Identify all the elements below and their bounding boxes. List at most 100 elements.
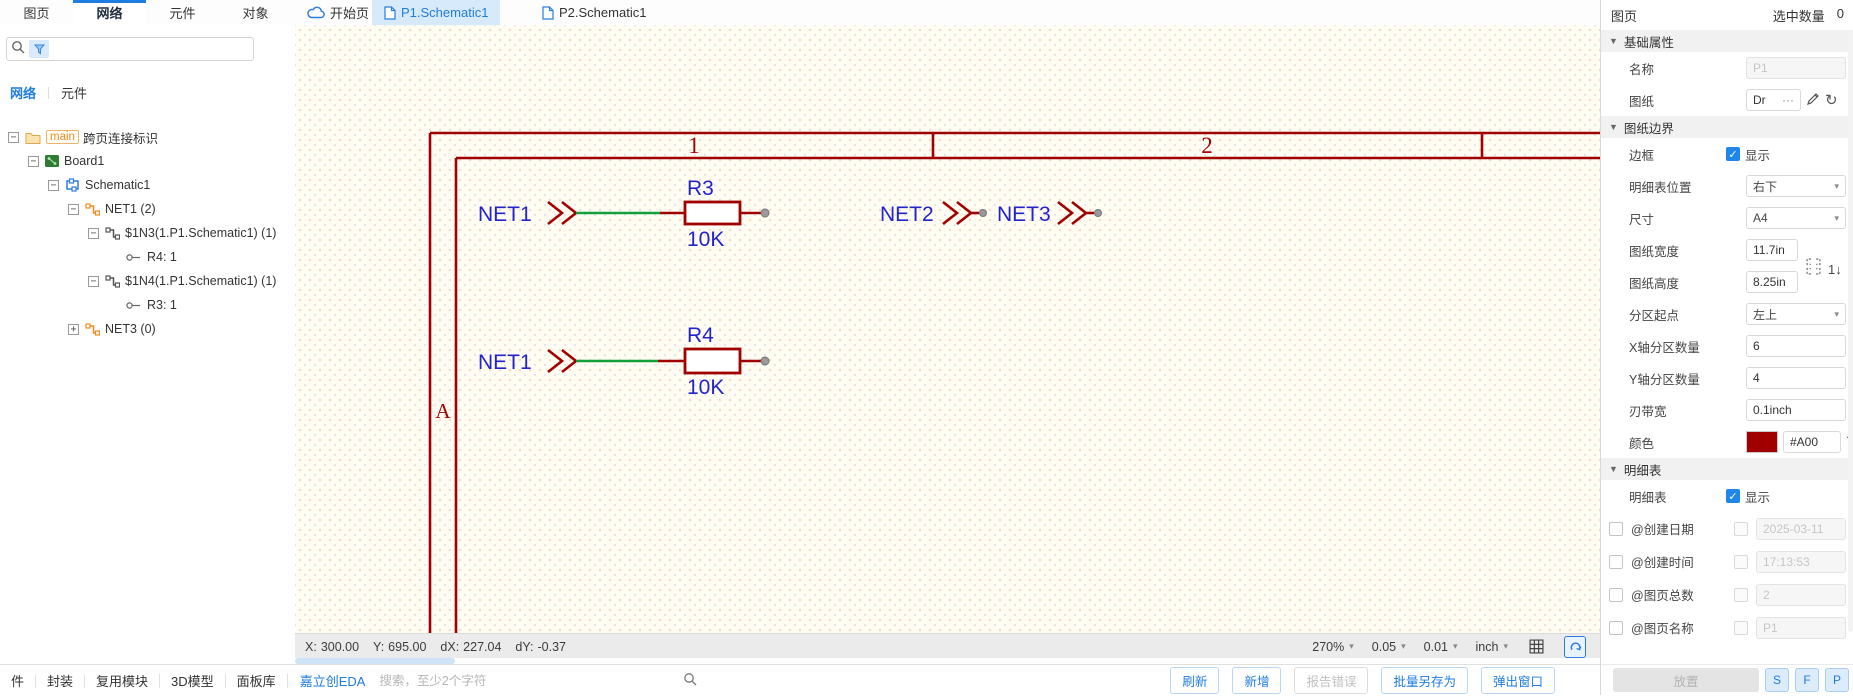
- toolbar-button[interactable]: 弹出窗口: [1481, 667, 1555, 694]
- tree-item[interactable]: R4: 1: [0, 245, 295, 269]
- tree-search-box[interactable]: [6, 37, 254, 61]
- footer-button-s[interactable]: S: [1765, 668, 1789, 692]
- property-select[interactable]: 左上▾: [1746, 303, 1846, 325]
- tree-expander-icon[interactable]: −: [48, 180, 59, 191]
- panel-scrollbar[interactable]: [1848, 32, 1853, 632]
- section-header[interactable]: ▼基础属性: [1601, 30, 1853, 52]
- doc-tab-p2-schematic1[interactable]: P2.Schematic1: [530, 0, 658, 25]
- place-button[interactable]: 放置: [1613, 668, 1759, 692]
- ref-designator[interactable]: R4: [687, 324, 714, 347]
- dock-tab[interactable]: 封装: [36, 671, 84, 690]
- alt-grid-step-select[interactable]: 0.01▾: [1424, 640, 1458, 654]
- tree-item[interactable]: −NET1 (2): [0, 197, 295, 221]
- tree-expander-icon[interactable]: −: [8, 132, 19, 143]
- tree-expander-icon[interactable]: −: [68, 204, 79, 215]
- attribute-value-input[interactable]: [1756, 518, 1846, 540]
- section-header[interactable]: ▼图纸边界: [1601, 116, 1853, 138]
- dock-tab[interactable]: 复用模块: [85, 671, 159, 690]
- checkbox[interactable]: [1734, 588, 1748, 602]
- property-input[interactable]: [1746, 57, 1846, 79]
- refresh-icon[interactable]: ↻: [1825, 93, 1838, 108]
- toolbar-button[interactable]: 报告错误: [1294, 667, 1368, 694]
- tree-item[interactable]: −$1N4(1.P1.Schematic1) (1): [0, 269, 295, 293]
- property-select[interactable]: 右下▾: [1746, 175, 1846, 197]
- checkbox[interactable]: [1609, 555, 1623, 569]
- schematic-canvas[interactable]: 1 2 A NET1 R3 10K NET2 NET3 NET1 R4 10K: [295, 25, 1600, 633]
- footer-button-f[interactable]: F: [1795, 668, 1819, 692]
- component-value[interactable]: 10K: [687, 228, 724, 251]
- net-label[interactable]: NET1: [478, 203, 532, 226]
- panel-tab-objects[interactable]: 对象: [219, 0, 292, 25]
- tree-item[interactable]: −Schematic1: [0, 173, 295, 197]
- property-select[interactable]: A4▾: [1746, 207, 1846, 229]
- zoom-level-select[interactable]: 270%▾: [1312, 640, 1354, 654]
- property-input[interactable]: [1746, 367, 1846, 389]
- section-header[interactable]: ▼明细表: [1601, 458, 1853, 480]
- snap-mode-icon[interactable]: [1564, 636, 1586, 658]
- attribute-value-input[interactable]: [1756, 551, 1846, 573]
- swap-dimensions-icon[interactable]: 1↓: [1828, 262, 1842, 277]
- attribute-value-input[interactable]: [1756, 617, 1846, 639]
- checkbox[interactable]: ✓: [1726, 489, 1740, 503]
- edit-pencil-icon[interactable]: [1806, 92, 1820, 109]
- panel-tab-components[interactable]: 元件: [146, 0, 219, 25]
- tree-item[interactable]: R3: 1: [0, 293, 295, 317]
- panel-tab-nets[interactable]: 网络: [73, 0, 146, 25]
- tree-expander-icon[interactable]: −: [88, 276, 99, 287]
- ref-designator[interactable]: R3: [687, 177, 714, 200]
- subtab-components[interactable]: 元件: [61, 83, 87, 102]
- grid-icon[interactable]: [1526, 637, 1546, 657]
- resistor-r4[interactable]: [658, 349, 769, 373]
- checkbox[interactable]: ✓: [1726, 147, 1740, 161]
- toolbar-button[interactable]: 批量另存为: [1381, 667, 1468, 694]
- tree-expander-icon[interactable]: +: [68, 324, 79, 335]
- checkbox[interactable]: [1734, 522, 1748, 536]
- filter-icon[interactable]: [29, 40, 49, 58]
- checkbox[interactable]: [1734, 555, 1748, 569]
- link-aspect-icon[interactable]: [1806, 258, 1821, 280]
- unit-select[interactable]: inch▾: [1476, 640, 1508, 654]
- subtab-nets[interactable]: 网络: [10, 83, 36, 102]
- netport-icon[interactable]: [1058, 202, 1094, 224]
- netport-icon[interactable]: [548, 202, 576, 224]
- tree-item[interactable]: −$1N3(1.P1.Schematic1) (1): [0, 221, 295, 245]
- net-label[interactable]: NET3: [997, 203, 1051, 226]
- color-swatch[interactable]: [1746, 431, 1778, 453]
- property-input[interactable]: [1746, 335, 1846, 357]
- dock-tab[interactable]: 3D模型: [160, 671, 225, 690]
- tree-item[interactable]: −main跨页连接标识: [0, 125, 295, 149]
- library-brand-tab[interactable]: 嘉立创EDA: [288, 671, 378, 690]
- resistor-r3[interactable]: [660, 202, 769, 224]
- checkbox[interactable]: [1609, 522, 1623, 536]
- panel-tab-sheets[interactable]: 图页: [0, 0, 73, 25]
- property-input[interactable]: [1746, 239, 1798, 261]
- tree-search-input[interactable]: [53, 41, 249, 57]
- dock-tab[interactable]: 件: [0, 671, 35, 690]
- sheet-template-field[interactable]: Dr···: [1746, 89, 1801, 111]
- tree-expander-icon[interactable]: −: [88, 228, 99, 239]
- component-value[interactable]: 10K: [687, 376, 724, 399]
- property-input[interactable]: [1746, 399, 1846, 421]
- property-input[interactable]: [1746, 271, 1798, 293]
- tree-item[interactable]: −Board1: [0, 149, 295, 173]
- checkbox[interactable]: [1609, 588, 1623, 602]
- tree-expander-icon[interactable]: −: [28, 156, 39, 167]
- library-search-input[interactable]: [377, 673, 683, 689]
- net-label[interactable]: NET2: [880, 203, 934, 226]
- footer-button-p[interactable]: P: [1825, 668, 1849, 692]
- toolbar-button[interactable]: 新增: [1232, 667, 1281, 694]
- doc-tab-start-page[interactable]: 开始页: [295, 0, 381, 25]
- tree-item[interactable]: +NET3 (0): [0, 317, 295, 341]
- checkbox[interactable]: [1609, 621, 1623, 635]
- net-label[interactable]: NET1: [478, 351, 532, 374]
- library-search-box[interactable]: [377, 672, 697, 689]
- checkbox[interactable]: [1734, 621, 1748, 635]
- netport-icon[interactable]: [943, 202, 979, 224]
- dock-tab[interactable]: 面板库: [226, 671, 287, 690]
- doc-tab-p1-schematic1[interactable]: P1.Schematic1: [372, 0, 500, 25]
- netport-icon[interactable]: [548, 350, 576, 372]
- grid-step-select[interactable]: 0.05▾: [1372, 640, 1406, 654]
- toolbar-button[interactable]: 刷新: [1170, 667, 1219, 694]
- color-value-input[interactable]: [1783, 431, 1841, 453]
- attribute-value-input[interactable]: [1756, 584, 1846, 606]
